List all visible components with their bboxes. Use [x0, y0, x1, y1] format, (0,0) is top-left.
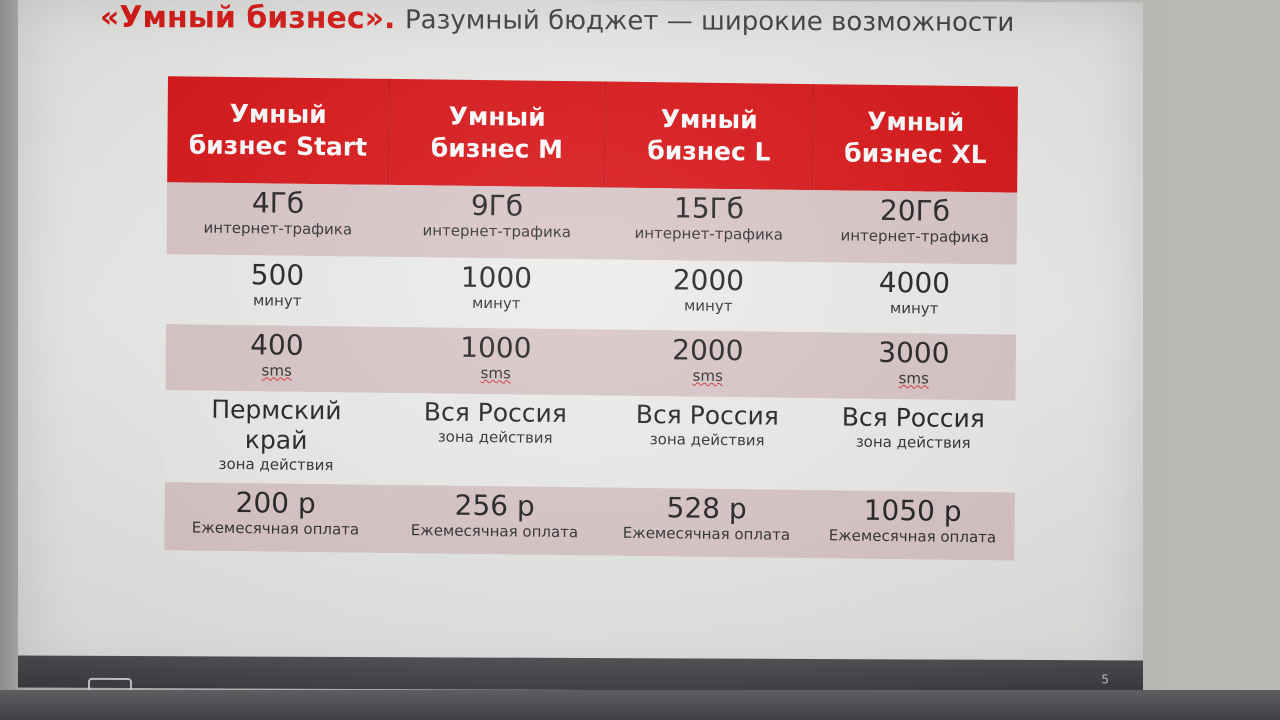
zone-value: Вся Россия — [635, 399, 779, 431]
plan-header-xl: Умный бизнес XL — [813, 84, 1018, 193]
zone-row: Пермский край зона действия Вся Россия з… — [164, 390, 1016, 493]
sms-row: 400 sms 1000 sms 2000 sms 3000 sms — [165, 324, 1017, 401]
zone-cell-start: Пермский край зона действия — [164, 390, 388, 485]
plan-header-l: Умный бизнес L — [605, 81, 814, 191]
sms-unit: sms — [480, 364, 511, 383]
minutes-cell-start: 500 минут — [166, 254, 389, 327]
traffic-unit: интернет-трафика — [203, 218, 353, 239]
plan-header-start: Умный бизнес Start — [167, 76, 390, 185]
traffic-value: 9Гб — [470, 188, 524, 223]
price-row: 200 р Ежемесячная оплата 256 р Ежемесячн… — [164, 482, 1015, 561]
zone-unit: зона действия — [437, 427, 553, 447]
minutes-value: 500 — [250, 258, 305, 292]
price-unit: Ежемесячная оплата — [410, 521, 579, 542]
minutes-cell-l: 2000 минут — [604, 259, 813, 333]
price-value: 528 р — [666, 491, 747, 526]
minutes-value: 1000 — [460, 260, 533, 295]
minutes-unit: минут — [252, 291, 302, 310]
price-value: 200 р — [235, 486, 316, 521]
traffic-unit: интернет-трафика — [634, 223, 784, 244]
sms-unit: sms — [898, 369, 929, 388]
zone-cell-m: Вся Россия зона действия — [386, 392, 604, 488]
price-unit: Ежемесячная оплата — [191, 518, 360, 539]
traffic-row: 4Гб интернет-трафика 9Гб интернет-трафик… — [166, 182, 1018, 265]
traffic-value: 4Гб — [251, 186, 305, 220]
slide-title-subtitle: Разумный бюджет — широкие возможности — [404, 5, 1015, 38]
zone-cell-xl: Вся Россия зона действия — [810, 398, 1016, 493]
sms-cell-start: 400 sms — [165, 324, 389, 393]
minutes-cell-m: 1000 минут — [388, 256, 605, 330]
price-cell-l: 528 р Ежемесячная оплата — [602, 487, 811, 559]
minutes-unit: минут — [471, 293, 521, 313]
sms-value: 1000 — [460, 330, 532, 365]
traffic-unit: интернет-трафика — [840, 226, 990, 247]
price-unit: Ежемесячная оплата — [622, 523, 791, 544]
slide-title: «Умный бизнес». Разумный бюджет — широки… — [100, 0, 1014, 39]
traffic-value: 15Гб — [673, 191, 745, 226]
traffic-cell-start: 4Гб интернет-трафика — [166, 182, 390, 257]
minutes-unit: минут — [889, 299, 939, 318]
zone-cell-l: Вся Россия зона действия — [602, 395, 812, 491]
price-value: 256 р — [454, 488, 535, 523]
sms-cell-m: 1000 sms — [387, 326, 605, 396]
desk-foreground — [0, 690, 1280, 720]
sms-unit: sms — [261, 361, 292, 380]
price-cell-start: 200 р Ежемесячная оплата — [164, 482, 387, 553]
sms-value: 400 — [250, 328, 304, 362]
traffic-cell-xl: 20Гб интернет-трафика — [812, 190, 1018, 265]
traffic-unit: интернет-трафика — [422, 221, 572, 242]
presentation-slide: «Умный бизнес». Разумный бюджет — широки… — [18, 0, 1143, 697]
slide-footer-bar: 5 — [18, 655, 1143, 697]
price-cell-m: 256 р Ежемесячная оплата — [386, 484, 603, 556]
sms-cell-xl: 3000 sms — [811, 332, 1017, 401]
sms-cell-l: 2000 sms — [603, 329, 813, 399]
slide-title-brand: «Умный бизнес». — [100, 0, 396, 37]
tariff-header-row: Умный бизнес Start Умный бизнес M Умный … — [167, 76, 1018, 193]
tariff-table: Умный бизнес Start Умный бизнес M Умный … — [164, 76, 1018, 561]
minutes-value: 4000 — [878, 265, 951, 300]
photo-background: «Умный бизнес». Разумный бюджет — широки… — [0, 0, 1280, 720]
minutes-cell-xl: 4000 минут — [812, 262, 1017, 335]
sms-value: 2000 — [672, 333, 744, 368]
minutes-row: 500 минут 1000 минут 2000 минут 4000 мин… — [166, 254, 1017, 335]
price-value: 1050 р — [863, 493, 962, 528]
price-unit: Ежемесячная оплата — [828, 526, 997, 547]
traffic-value: 20Гб — [879, 193, 951, 228]
zone-value: Вся Россия — [423, 397, 568, 429]
slide-page-number: 5 — [1101, 672, 1109, 687]
price-cell-xl: 1050 р Ежемесячная оплата — [810, 490, 1015, 561]
zone-unit: зона действия — [218, 454, 334, 475]
zone-value: Пермский край — [211, 394, 342, 455]
plan-header-m: Умный бизнес M — [389, 78, 606, 188]
minutes-unit: минут — [683, 296, 733, 316]
sms-value: 3000 — [878, 335, 950, 370]
traffic-cell-m: 9Гб интернет-трафика — [388, 184, 606, 260]
zone-unit: зона действия — [855, 432, 971, 453]
zone-unit: зона действия — [649, 430, 765, 450]
traffic-cell-l: 15Гб интернет-трафика — [604, 187, 814, 263]
sms-unit: sms — [692, 366, 723, 385]
minutes-value: 2000 — [672, 263, 745, 298]
zone-value: Вся Россия — [841, 402, 985, 434]
